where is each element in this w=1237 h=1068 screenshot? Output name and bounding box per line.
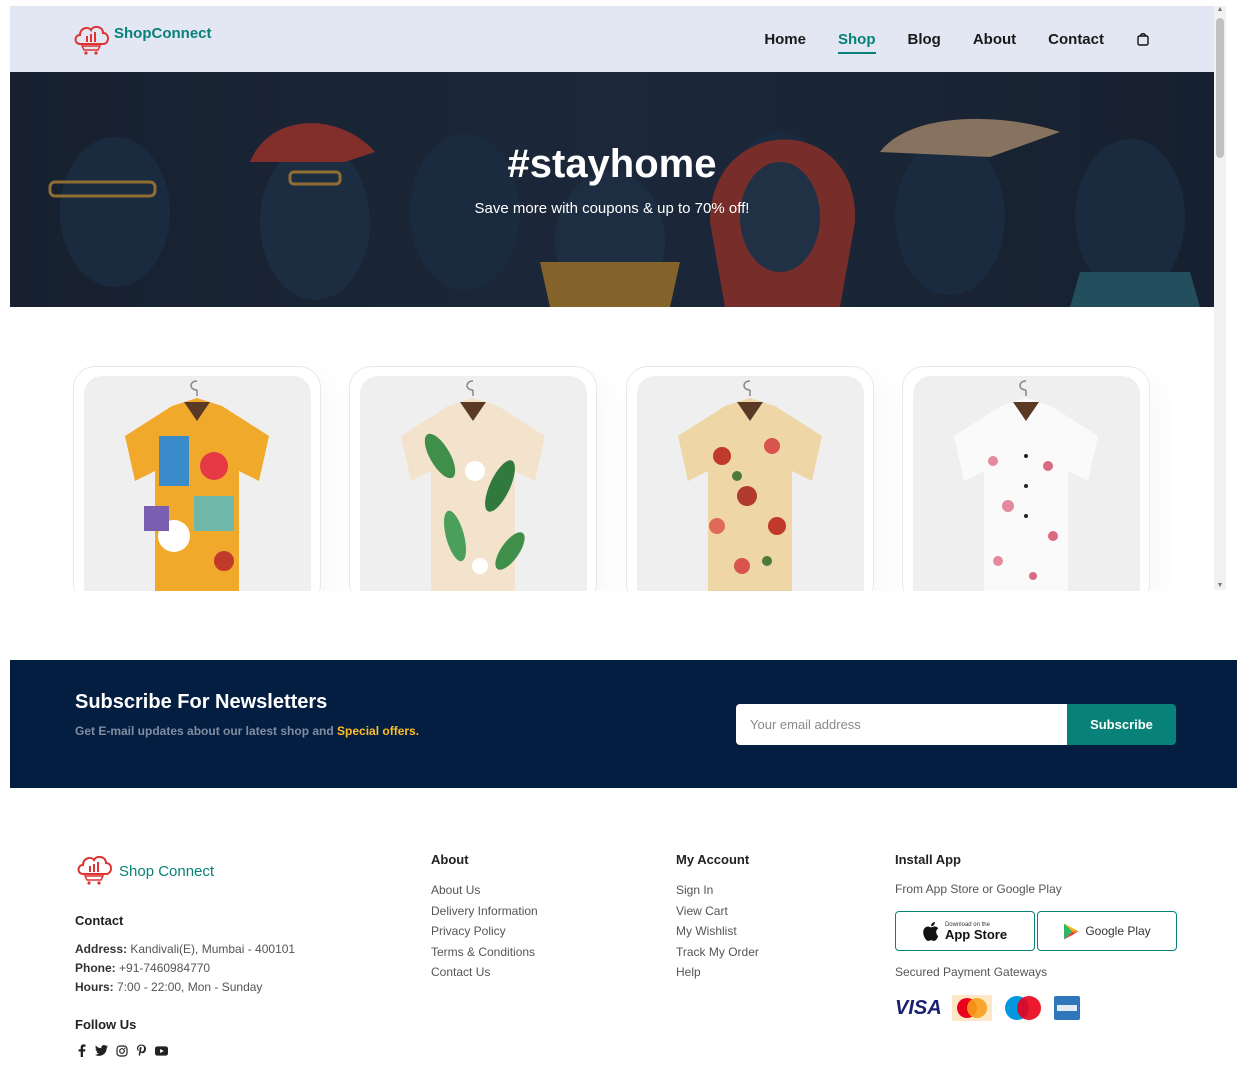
colorful-abstract-shirt-icon (125, 380, 269, 591)
google-play-label: Google Play (1085, 924, 1151, 938)
product-card[interactable] (73, 366, 321, 591)
footer-about-column: About About Us Delivery Information Priv… (431, 852, 538, 983)
link-contact-us[interactable]: Contact Us (431, 962, 538, 983)
link-privacy-policy[interactable]: Privacy Policy (431, 921, 538, 942)
apple-icon (923, 921, 939, 941)
visa-icon: VISA (895, 996, 942, 1019)
hero-title: #stayhome (507, 142, 717, 186)
maestro-icon (1004, 996, 1041, 1020)
amex-icon (1053, 996, 1080, 1020)
hero-illustration (10, 72, 1214, 307)
link-about-us[interactable]: About Us (431, 880, 538, 901)
newsletter-highlight: Special offers. (337, 724, 420, 738)
account-heading: My Account (676, 852, 750, 867)
install-subtitle: From App Store or Google Play (895, 882, 1062, 896)
link-track-order[interactable]: Track My Order (676, 942, 759, 963)
site-header: ShopConnect Home Shop Blog About Contact (10, 6, 1214, 72)
address-line: Address: Kandivali(E), Mumbai - 400101 (75, 940, 295, 959)
product-card[interactable] (902, 366, 1150, 591)
payment-methods: VISA (895, 995, 1080, 1021)
newsletter-subtitle: Get E-mail updates about our latest shop… (75, 724, 419, 738)
newsletter-subtitle-text: Get E-mail updates about our latest shop… (75, 724, 338, 738)
address-value: Kandivali(E), Mumbai - 400101 (127, 942, 296, 956)
link-sign-in[interactable]: Sign In (676, 880, 759, 901)
footer-account-column: My Account Sign In View Cart My Wishlist… (676, 852, 759, 983)
nav-blog[interactable]: Blog (908, 31, 941, 48)
nav-home[interactable]: Home (764, 31, 806, 48)
scroll-up-icon[interactable]: ▲ (1216, 6, 1224, 14)
brand-name: ShopConnect (114, 25, 212, 42)
page-scrollbar[interactable]: ▲ ▼ (1214, 6, 1226, 590)
phone-value: +91-7460984770 (115, 961, 211, 975)
youtube-icon[interactable] (155, 1044, 168, 1057)
scroll-thumb[interactable] (1216, 18, 1224, 158)
cloud-cart-logo-icon (77, 855, 112, 885)
product-card[interactable] (349, 366, 597, 591)
footer-logo[interactable]: Shop Connect (75, 852, 214, 886)
follow-heading: Follow Us (75, 1017, 137, 1032)
link-view-cart[interactable]: View Cart (676, 901, 759, 922)
google-play-button[interactable]: Google Play (1037, 911, 1177, 951)
hours-line: Hours: 7:00 - 22:00, Mon - Sunday (75, 978, 295, 997)
product-grid (73, 366, 1173, 591)
subscribe-button[interactable]: Subscribe (1067, 704, 1176, 745)
mastercard-icon (951, 995, 992, 1021)
about-heading: About (431, 852, 469, 867)
newsletter-section: Subscribe For Newsletters Get E-mail upd… (10, 660, 1237, 788)
nav-contact[interactable]: Contact (1048, 31, 1104, 48)
hero-banner: #stayhome Save more with coupons & up to… (10, 72, 1214, 307)
install-heading: Install App (895, 852, 961, 867)
contact-heading: Contact (75, 913, 124, 928)
scroll-down-icon[interactable]: ▼ (1216, 582, 1224, 590)
twitter-icon[interactable] (95, 1044, 108, 1057)
brand-logo[interactable]: ShopConnect (72, 22, 212, 56)
green-leaf-shirt-icon (401, 380, 545, 591)
instagram-icon[interactable] (115, 1044, 128, 1057)
hours-label: Hours: (75, 980, 114, 994)
link-delivery-information[interactable]: Delivery Information (431, 901, 538, 922)
cloud-cart-logo-icon (74, 25, 109, 55)
product-card[interactable] (626, 366, 874, 591)
product-image[interactable] (637, 376, 864, 591)
app-store-button[interactable]: Download on the App Store (895, 911, 1035, 951)
email-input[interactable] (736, 704, 1067, 745)
social-links (75, 1044, 295, 1057)
address-label: Address: (75, 942, 128, 956)
newsletter-title: Subscribe For Newsletters (75, 691, 328, 713)
facebook-icon[interactable] (75, 1044, 88, 1057)
footer-brand-name: Shop Connect (119, 863, 215, 880)
pinterest-icon[interactable] (135, 1044, 148, 1057)
link-terms-conditions[interactable]: Terms & Conditions (431, 942, 538, 963)
pink-blossom-shirt-icon (954, 380, 1098, 591)
red-floral-shirt-icon (678, 380, 822, 591)
google-play-icon (1064, 923, 1079, 939)
main-nav: Home Shop Blog About Contact (764, 31, 1150, 54)
nav-about[interactable]: About (973, 31, 1016, 48)
footer-contact: Contact Address: Kandivali(E), Mumbai - … (75, 913, 295, 1057)
product-image[interactable] (913, 376, 1140, 591)
phone-label: Phone: (75, 961, 116, 975)
payment-heading: Secured Payment Gateways (895, 965, 1048, 979)
newsletter-form: Subscribe (736, 704, 1176, 745)
hero-subtitle: Save more with coupons & up to 70% off! (474, 200, 750, 217)
footer-install-column: Install App From App Store or Google Pla… (895, 852, 1062, 899)
nav-shop[interactable]: Shop (838, 31, 876, 54)
phone-line: Phone: +91-7460984770 (75, 959, 295, 978)
link-help[interactable]: Help (676, 962, 759, 983)
site-footer: Shop Connect Contact Address: Kandivali(… (0, 790, 1237, 1068)
app-store-label: App Store (944, 926, 1008, 942)
hours-value: 7:00 - 22:00, Mon - Sunday (113, 980, 263, 994)
shopping-bag-icon[interactable] (1136, 32, 1150, 46)
product-image[interactable] (84, 376, 311, 591)
link-my-wishlist[interactable]: My Wishlist (676, 921, 759, 942)
product-image[interactable] (360, 376, 587, 591)
